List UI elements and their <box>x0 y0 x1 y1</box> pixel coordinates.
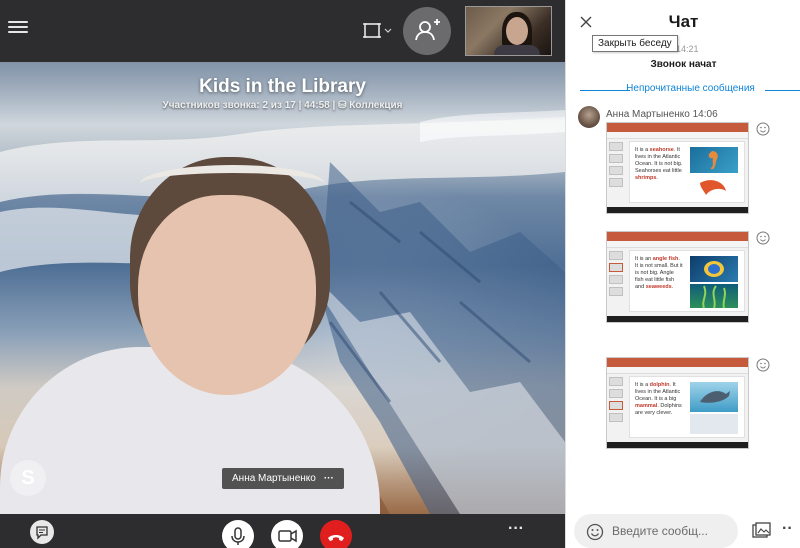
slide-text: It is a seahorse. It lives in the Atlant… <box>635 147 683 181</box>
angle-fish-image <box>690 256 738 282</box>
seaweed-image <box>690 284 738 309</box>
slide-text: It is a dolphin. It lives in the Atlanti… <box>635 382 682 416</box>
participant-name: Анна Мартыненко <box>232 473 316 484</box>
skype-window: Kids in the Library Участников звонка: 2… <box>0 0 800 548</box>
avatar[interactable] <box>578 106 600 128</box>
chat-title: Чат <box>668 12 699 31</box>
reaction-smiley-icon[interactable] <box>756 358 770 372</box>
video-toggle-button[interactable] <box>271 520 303 548</box>
unread-divider: Непрочитанные сообщения <box>580 82 800 98</box>
add-person-button[interactable] <box>403 7 451 55</box>
participant-more-icon[interactable]: ··· <box>324 473 334 484</box>
call-area: Kids in the Library Участников звонка: 2… <box>0 0 565 548</box>
self-video-preview[interactable] <box>465 6 552 56</box>
gallery-icon[interactable] <box>750 520 772 542</box>
participant-video: Kids in the Library Участников звонка: 2… <box>0 62 565 514</box>
layout-switch-icon[interactable] <box>362 20 394 42</box>
call-top-bar <box>0 0 565 62</box>
video-camera-icon <box>278 529 297 543</box>
more-options-button[interactable]: ··· <box>506 521 526 542</box>
unread-label: Непрочитанные сообщения <box>626 83 755 94</box>
add-person-icon <box>415 19 440 41</box>
shared-image-angle-fish[interactable]: It is an angle fish. It is not small. Bu… <box>606 231 749 323</box>
reaction-smiley-icon[interactable] <box>756 122 770 136</box>
end-call-icon <box>328 535 344 541</box>
shrimp-image <box>690 175 738 199</box>
slide-text: It is an angle fish. It is not small. Bu… <box>635 256 683 290</box>
skype-logo: S <box>10 460 46 496</box>
shared-image-dolphin[interactable]: It is a dolphin. It lives in the Atlanti… <box>606 357 749 449</box>
meeting-title: Kids in the Library <box>199 76 366 97</box>
microphone-icon <box>231 527 245 545</box>
mute-button[interactable] <box>222 520 254 548</box>
chat-bubble-icon <box>36 526 48 540</box>
shared-image-seahorse[interactable]: It is a seahorse. It lives in the Atlant… <box>606 122 749 214</box>
call-controls: ··· <box>0 514 565 548</box>
chat-panel: Чат Закрыть беседу 14:21 Звонок начат Не… <box>565 0 800 548</box>
reaction-smiley-icon[interactable] <box>756 231 770 245</box>
end-call-button[interactable] <box>320 520 352 548</box>
chat-input-row: ·· <box>566 510 800 548</box>
tooltip-hidden-time: 14:21 <box>676 44 699 54</box>
message-input[interactable] <box>612 522 732 540</box>
participant-name-tag[interactable]: Анна Мартыненко ··· <box>222 468 344 489</box>
smiley-icon[interactable] <box>586 523 604 541</box>
meeting-status[interactable]: Участников звонка: 2 из 17 | 44:58 | ⛁ К… <box>0 100 565 111</box>
chat-toggle-button[interactable] <box>30 520 54 544</box>
seahorse-image <box>690 147 738 173</box>
participant-person <box>0 157 380 514</box>
headband <box>140 165 325 203</box>
hamburger-menu-icon[interactable] <box>8 18 28 36</box>
dolphin-image <box>690 382 738 412</box>
sender-name: Анна Мартыненко 14:06 <box>606 109 718 120</box>
chat-more-options-button[interactable]: ·· <box>782 520 800 542</box>
close-tooltip: Закрыть беседу <box>592 35 678 52</box>
message-input-box[interactable] <box>574 514 738 548</box>
call-started-notice: Звонок начат <box>650 59 717 70</box>
